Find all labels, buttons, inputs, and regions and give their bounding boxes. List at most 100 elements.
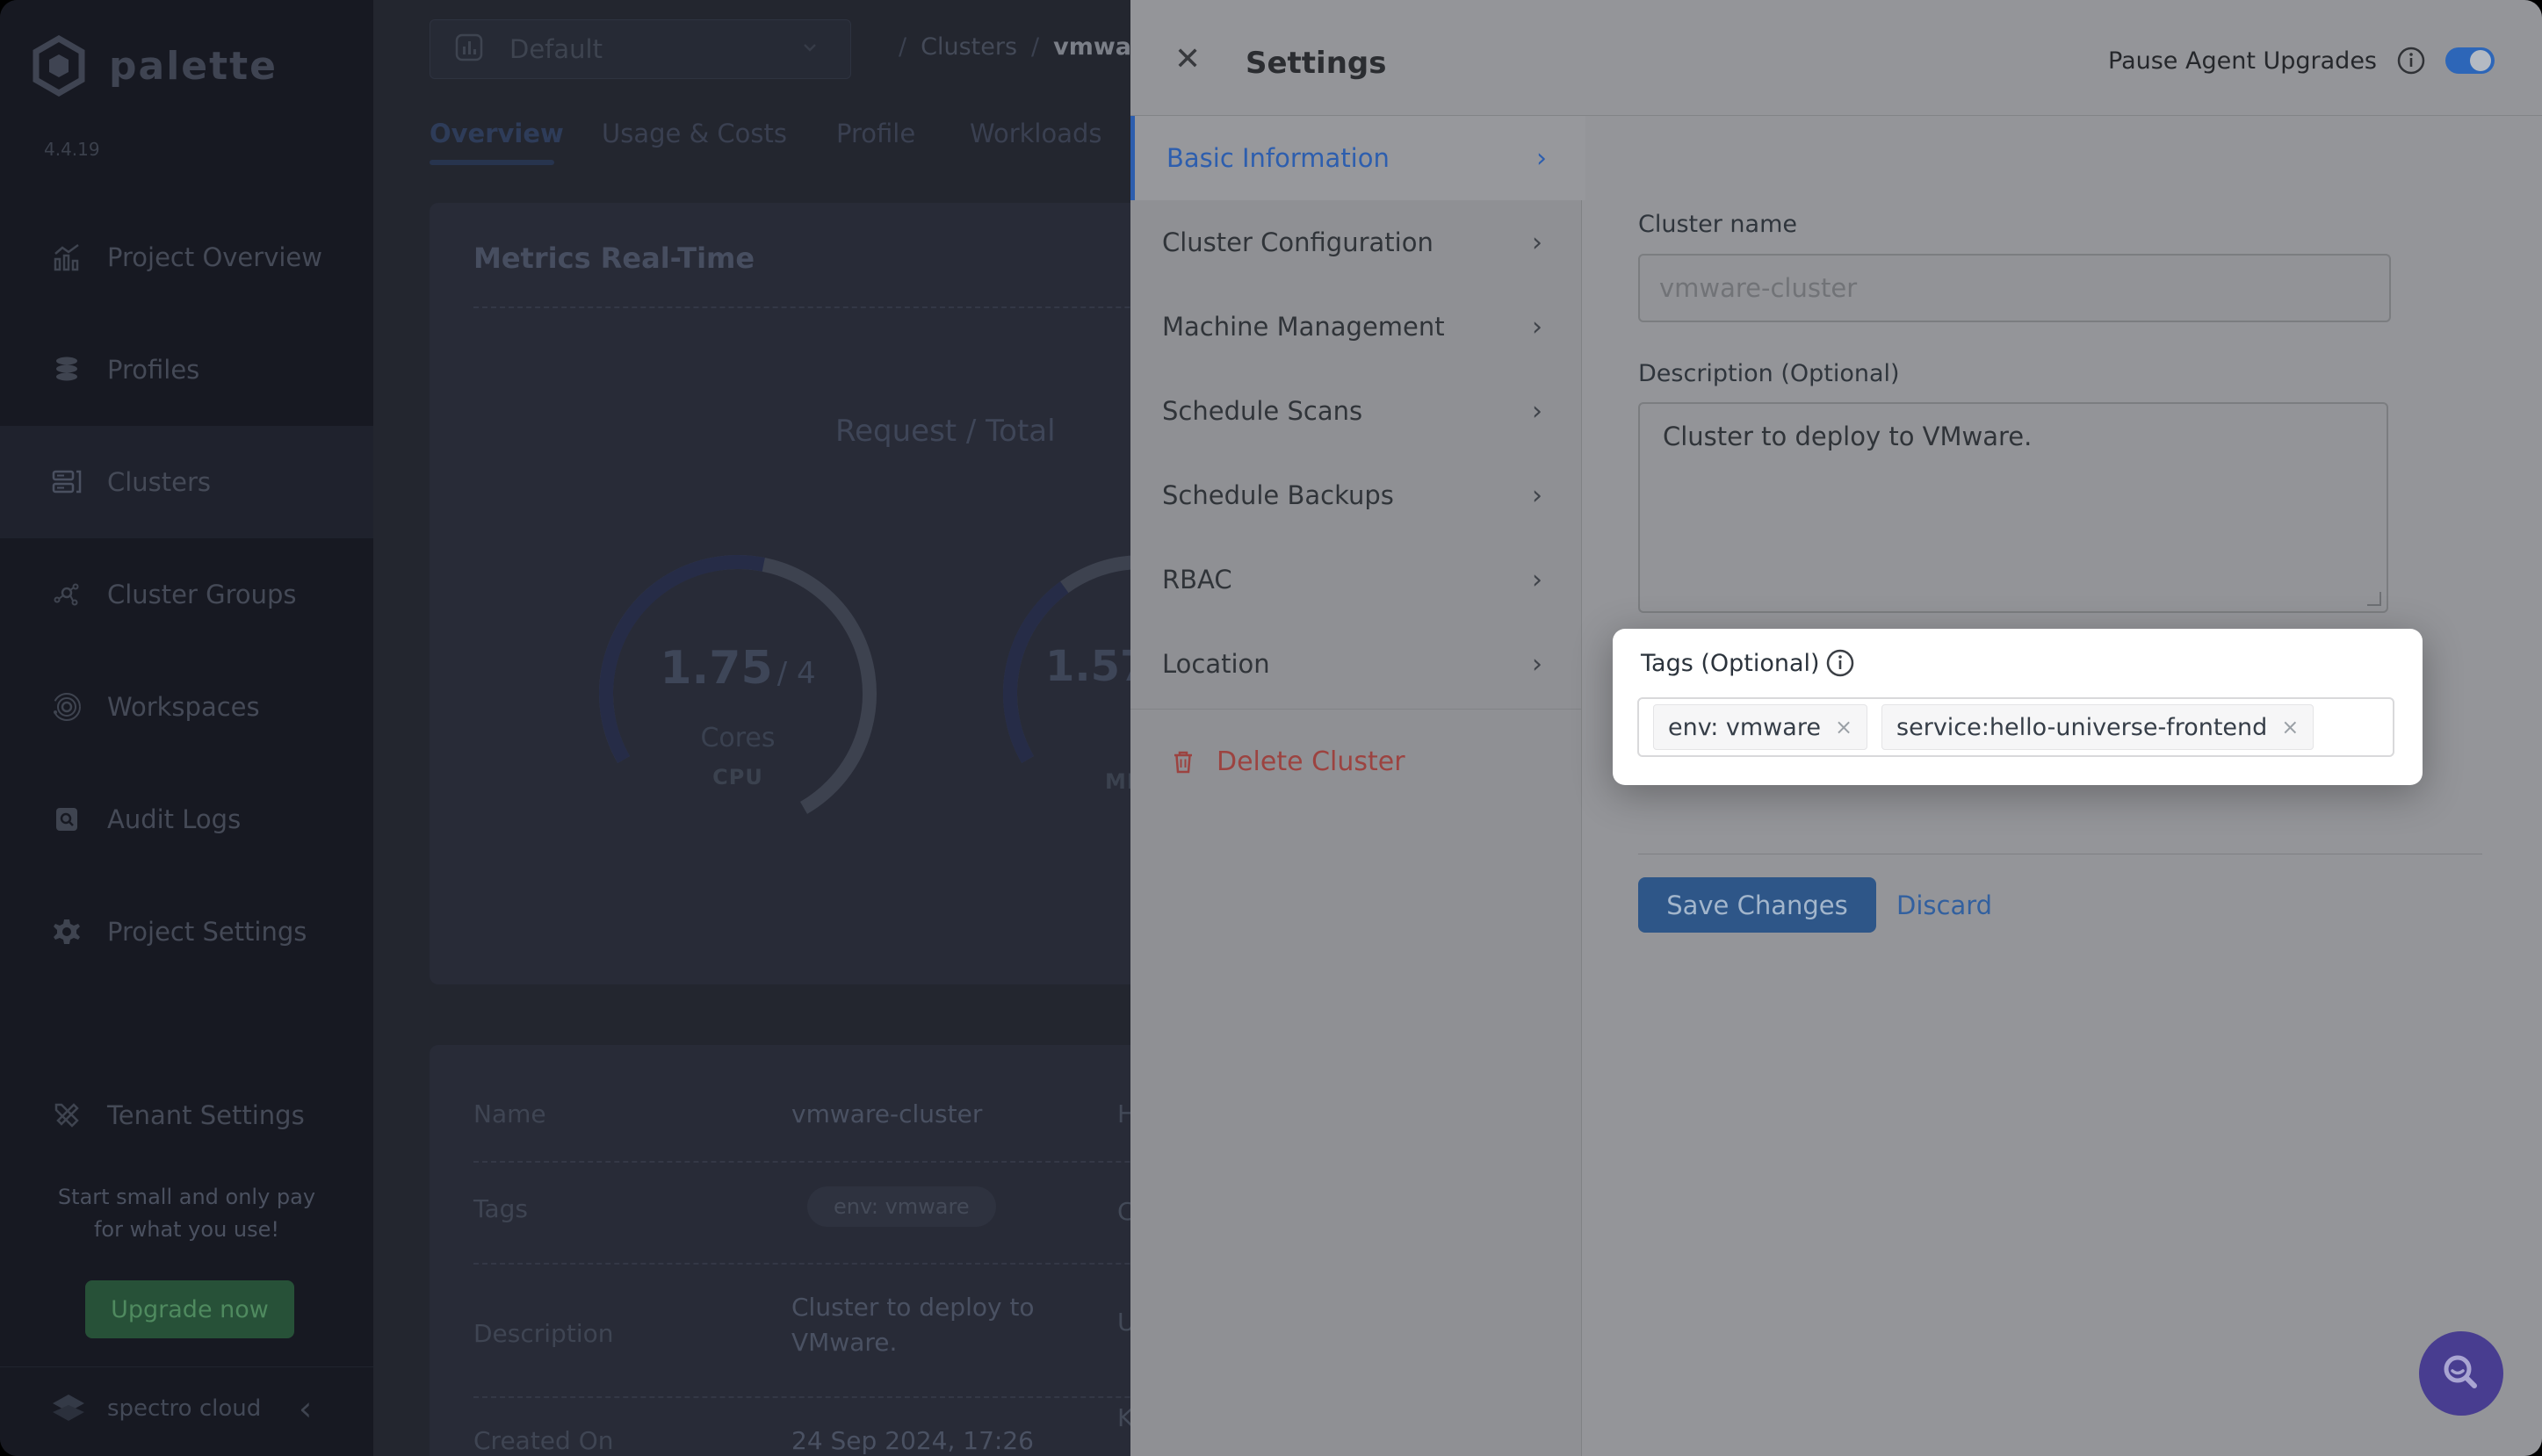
tag-chip-env-vmware: env: vmware × bbox=[1653, 704, 1867, 750]
menu-divider bbox=[1130, 709, 1581, 710]
tab-overview[interactable]: Overview bbox=[430, 119, 564, 148]
tab-usage-costs[interactable]: Usage & Costs bbox=[602, 119, 787, 148]
orbit-icon bbox=[49, 689, 84, 724]
promo-text: Start small and only pay for what you us… bbox=[0, 1181, 373, 1246]
detail-value-created-on: 24 Sep 2024, 17:26 bbox=[791, 1426, 1034, 1455]
discard-button[interactable]: Discard bbox=[1896, 877, 1992, 933]
sidebar-item-clusters[interactable]: Clusters bbox=[0, 426, 373, 538]
tag-chip-service-frontend: service:hello-universe-frontend × bbox=[1881, 704, 2314, 750]
menu-item-location[interactable]: Location › bbox=[1130, 622, 1581, 706]
delete-cluster-button[interactable]: Delete Cluster bbox=[1130, 719, 1581, 804]
doc-search-icon bbox=[49, 802, 84, 837]
chevron-right-icon: › bbox=[1532, 227, 1542, 258]
sidebar-item-cluster-groups[interactable]: Cluster Groups bbox=[0, 538, 373, 651]
cluster-name-label: Cluster name bbox=[1638, 211, 1797, 238]
server-icon bbox=[49, 465, 84, 500]
tags-spotlight: Tags (Optional) env: vmware × service:he… bbox=[1613, 629, 2423, 785]
metrics-legend: Request / Total bbox=[835, 414, 1056, 449]
menu-item-schedule-backups[interactable]: Schedule Backups › bbox=[1130, 453, 1581, 537]
info-icon[interactable] bbox=[2396, 46, 2426, 76]
sidebar-item-project-settings[interactable]: Project Settings bbox=[0, 876, 373, 988]
cpu-gauge-value: 1.75 / 4 bbox=[589, 642, 887, 695]
sidebar-collapse-icon[interactable]: ‹ bbox=[299, 1389, 312, 1428]
cluster-name-value: vmware-cluster bbox=[1659, 273, 1857, 303]
help-fab-button[interactable] bbox=[2419, 1331, 2503, 1416]
sidebar-item-label: Clusters bbox=[107, 467, 211, 497]
brand-name: palette bbox=[109, 44, 278, 89]
project-selector[interactable]: Default bbox=[430, 19, 851, 79]
tags-input[interactable]: env: vmware × service:hello-universe-fro… bbox=[1637, 697, 2394, 757]
detail-value-name: vmware-cluster bbox=[791, 1099, 982, 1128]
save-changes-button[interactable]: Save Changes bbox=[1638, 877, 1876, 933]
sidebar-item-label: Tenant Settings bbox=[107, 1100, 305, 1130]
menu-item-rbac[interactable]: RBAC › bbox=[1130, 537, 1581, 622]
gear-icon bbox=[49, 914, 84, 949]
settings-panel: ✕ Settings Pause Agent Upgrades Basic In… bbox=[1130, 0, 2542, 1456]
pause-agent-upgrades: Pause Agent Upgrades bbox=[2108, 46, 2495, 76]
project-selector-label: Default bbox=[509, 34, 603, 64]
chevron-right-icon: › bbox=[1532, 396, 1542, 427]
tab-workloads[interactable]: Workloads bbox=[970, 119, 1102, 148]
settings-menu: Basic Information › Cluster Configuratio… bbox=[1130, 116, 1582, 1456]
pause-agent-upgrades-label: Pause Agent Upgrades bbox=[2108, 47, 2377, 75]
description-textarea[interactable]: Cluster to deploy to VMware. bbox=[1638, 402, 2388, 613]
chevron-right-icon: › bbox=[1532, 649, 1542, 680]
nodes-icon bbox=[49, 577, 84, 612]
description-label: Description (Optional) bbox=[1638, 360, 1900, 387]
sidebar-item-label: Profiles bbox=[107, 355, 199, 385]
upgrade-now-button[interactable]: Upgrade now bbox=[85, 1280, 294, 1338]
detail-label-description: Description bbox=[473, 1319, 613, 1348]
cpu-gauge-label: CPU bbox=[589, 765, 887, 789]
sidebar-item-label: Cluster Groups bbox=[107, 580, 297, 609]
pause-agent-upgrades-toggle[interactable] bbox=[2445, 47, 2495, 74]
spectro-cloud-label: spectro cloud bbox=[107, 1395, 261, 1422]
spectro-cloud-icon bbox=[46, 1386, 91, 1431]
info-icon[interactable] bbox=[1825, 648, 1855, 678]
resize-handle[interactable] bbox=[2367, 592, 2381, 606]
sidebar-item-label: Audit Logs bbox=[107, 804, 241, 834]
active-tab-underline bbox=[430, 160, 554, 165]
sidebar-item-label: Project Settings bbox=[107, 917, 307, 947]
chevron-right-icon: › bbox=[1532, 480, 1542, 511]
sidebar-item-label: Workspaces bbox=[107, 692, 260, 722]
menu-item-basic-information[interactable]: Basic Information › bbox=[1130, 116, 1585, 200]
bar-chart-icon bbox=[49, 240, 84, 275]
sidebar-item-tenant-settings[interactable]: Tenant Settings bbox=[0, 1059, 373, 1171]
description-value: Cluster to deploy to VMware. bbox=[1663, 422, 2032, 451]
close-icon[interactable]: ✕ bbox=[1174, 44, 1201, 76]
cluster-name-input[interactable]: vmware-cluster bbox=[1638, 254, 2391, 322]
detail-tag-chip: env: vmware bbox=[807, 1186, 996, 1227]
metrics-title: Metrics Real-Time bbox=[473, 241, 755, 275]
breadcrumb-clusters-link[interactable]: Clusters bbox=[921, 33, 1017, 61]
trash-icon bbox=[1168, 746, 1198, 776]
sidebar-item-audit-logs[interactable]: Audit Logs bbox=[0, 763, 373, 876]
tab-profile[interactable]: Profile bbox=[836, 119, 915, 148]
sidebar-footer-divider bbox=[0, 1366, 373, 1367]
spectro-cloud-logo: spectro cloud bbox=[46, 1386, 261, 1431]
tags-label: Tags (Optional) bbox=[1641, 650, 1820, 677]
chevron-right-icon: › bbox=[1532, 565, 1542, 595]
menu-item-schedule-scans[interactable]: Schedule Scans › bbox=[1130, 369, 1581, 453]
sidebar-item-profiles[interactable]: Profiles bbox=[0, 314, 373, 426]
detail-value-description-line1: Cluster to deploy to bbox=[791, 1293, 1035, 1322]
menu-item-cluster-configuration[interactable]: Cluster Configuration › bbox=[1130, 200, 1581, 285]
layers-icon bbox=[49, 352, 84, 387]
detail-value-description-line2: VMware. bbox=[791, 1328, 897, 1357]
palette-hexagon-icon bbox=[26, 33, 91, 98]
detail-label-tags: Tags bbox=[473, 1194, 528, 1223]
tools-icon bbox=[49, 1098, 84, 1133]
app-version: 4.4.19 bbox=[44, 139, 100, 160]
sidebar-item-workspaces[interactable]: Workspaces bbox=[0, 651, 373, 763]
chevron-down-icon bbox=[799, 37, 820, 61]
sidebar-item-label: Project Overview bbox=[107, 242, 322, 272]
brand-logo: palette bbox=[26, 33, 278, 98]
sidebar-item-project-overview[interactable]: Project Overview bbox=[0, 201, 373, 314]
magnifier-smile-icon bbox=[2438, 1351, 2484, 1396]
remove-tag-icon[interactable]: × bbox=[1835, 715, 1852, 739]
chart-icon bbox=[453, 32, 485, 67]
menu-item-machine-management[interactable]: Machine Management › bbox=[1130, 285, 1581, 369]
toggle-knob bbox=[2470, 50, 2491, 71]
remove-tag-icon[interactable]: × bbox=[2281, 715, 2299, 739]
cpu-gauge-unit: Cores bbox=[589, 723, 887, 753]
app-window: palette 4.4.19 Project Overview Profiles… bbox=[0, 0, 2542, 1456]
